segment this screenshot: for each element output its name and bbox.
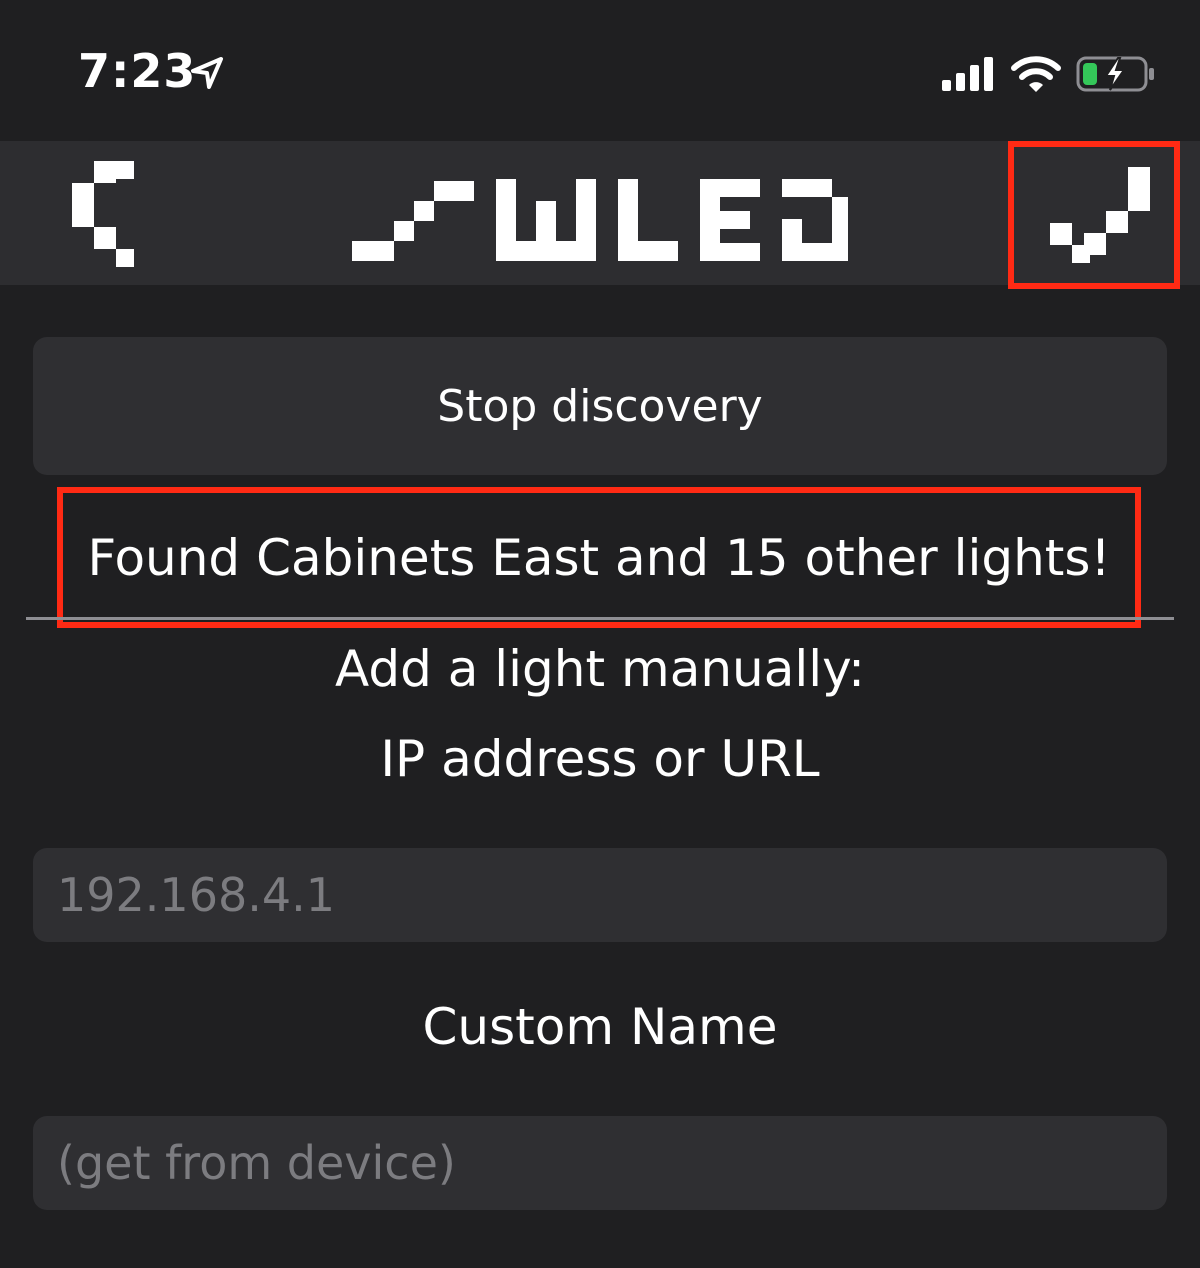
navigation-bar (0, 141, 1200, 289)
location-arrow-icon (191, 57, 223, 89)
ip-address-input[interactable] (33, 848, 1167, 942)
checkmark-icon (1050, 167, 1150, 263)
cellular-signal-icon (942, 57, 993, 91)
stop-discovery-button[interactable]: Stop discovery (33, 337, 1167, 475)
status-bar: 7:23 (0, 0, 1200, 140)
discovery-result-highlight: Found Cabinets East and 15 other lights! (57, 487, 1141, 628)
wifi-icon (1011, 56, 1061, 92)
add-light-screen: 7:23 Stop discovery Found Cabinets East … (0, 0, 1200, 1268)
discovery-result-text: Found Cabinets East and 15 other lights! (87, 528, 1111, 587)
custom-name-input[interactable] (33, 1116, 1167, 1210)
chevron-left-icon (72, 161, 134, 267)
manual-add-title: Add a light manually: (335, 640, 865, 698)
back-button[interactable] (60, 161, 150, 271)
section-divider (26, 617, 1174, 620)
status-time: 7:23 (78, 44, 197, 98)
confirm-button[interactable] (1008, 141, 1180, 289)
custom-name-label: Custom Name (422, 998, 778, 1056)
app-logo (350, 159, 850, 269)
battery-charging-icon (1076, 56, 1154, 92)
ip-address-label: IP address or URL (380, 730, 820, 788)
